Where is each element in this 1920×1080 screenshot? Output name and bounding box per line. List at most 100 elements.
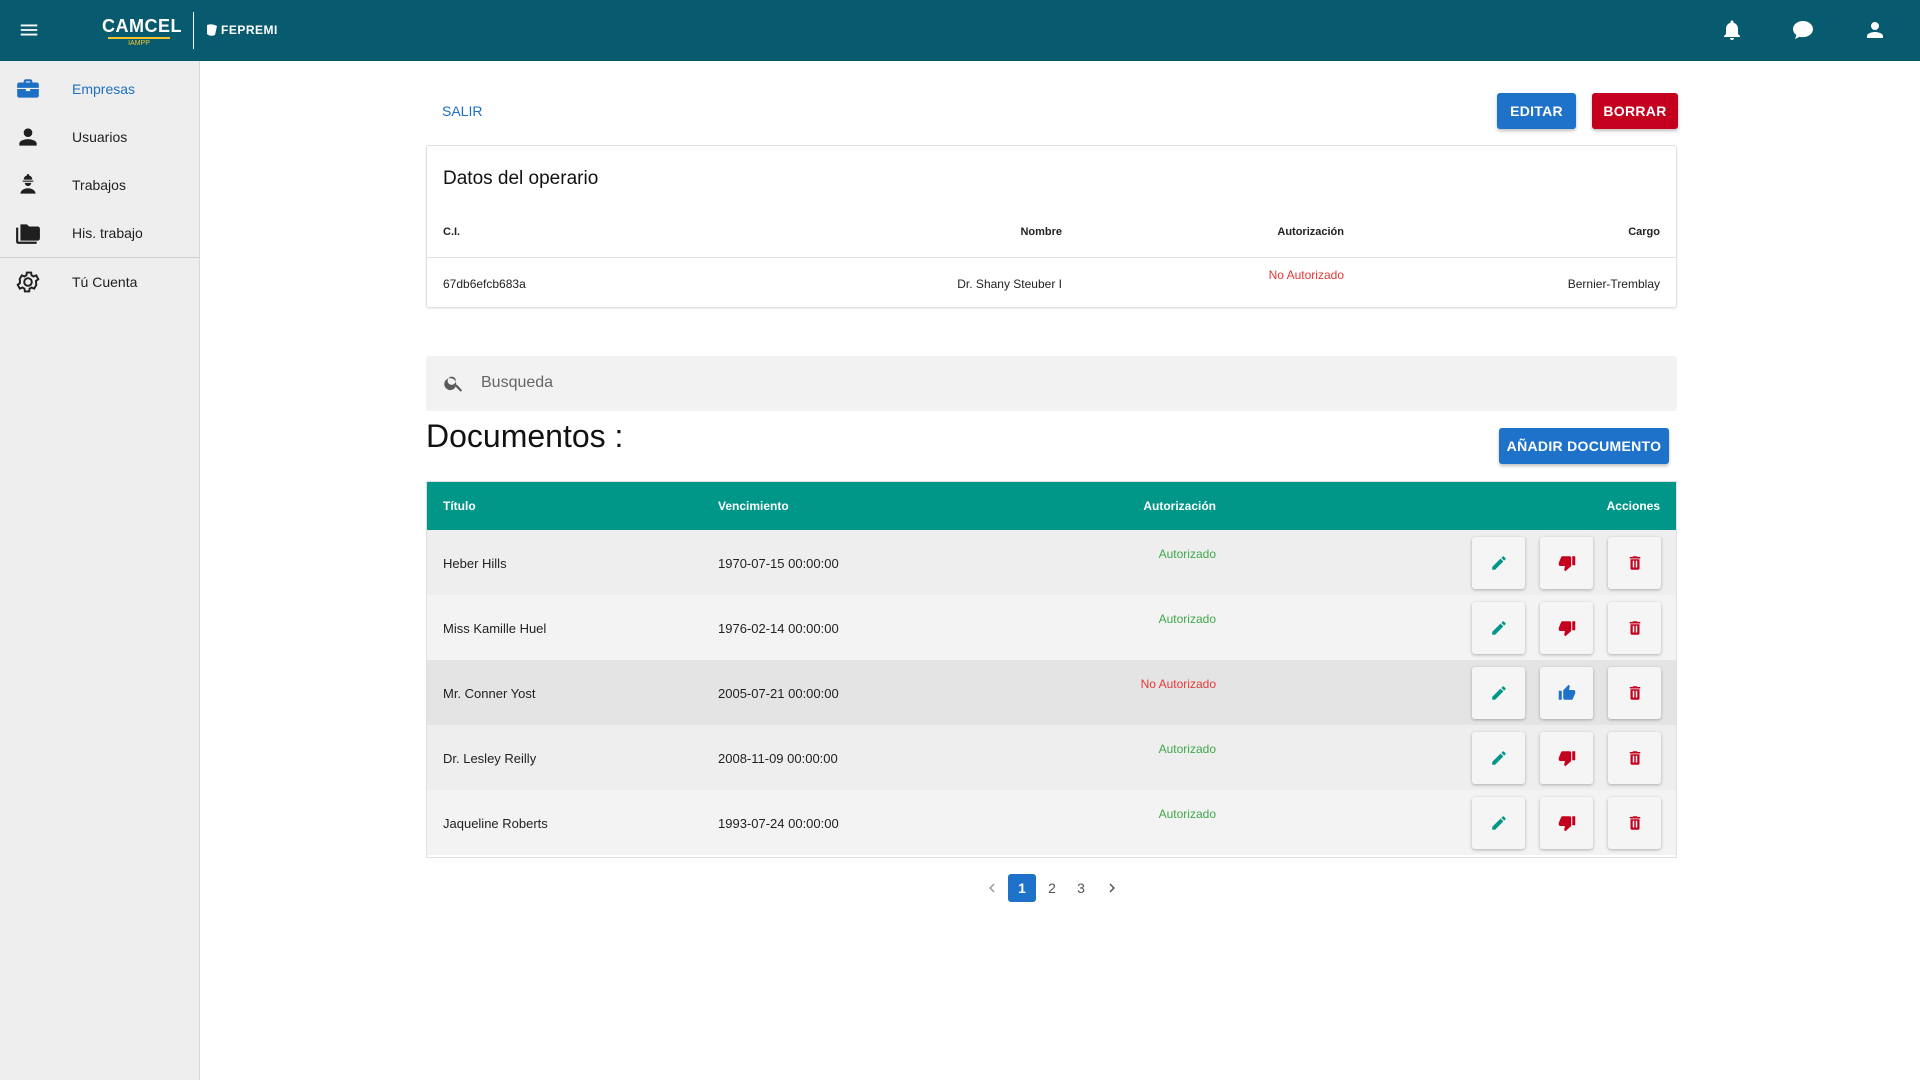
unauthorize-document-button[interactable] bbox=[1540, 537, 1593, 589]
unauthorize-document-button[interactable] bbox=[1540, 732, 1593, 784]
table-row: Jaqueline Roberts 1993-07-24 00:00:00 Au… bbox=[427, 790, 1676, 855]
column-authorization: Autorización bbox=[1143, 499, 1216, 513]
column-actions: Acciones bbox=[1606, 499, 1660, 513]
operator-card: Datos del operario C.I. Nombre Autorizac… bbox=[426, 145, 1677, 308]
delete-document-button[interactable] bbox=[1608, 667, 1661, 719]
top-app-bar: CAMCEL IAMPP FEPREMI bbox=[0, 0, 1920, 61]
delete-document-button[interactable] bbox=[1608, 602, 1661, 654]
document-due-date: 1970-07-15 00:00:00 bbox=[718, 556, 839, 571]
document-title: Dr. Lesley Reilly bbox=[443, 751, 537, 766]
table-row: Miss Kamille Huel 1976-02-14 00:00:00 Au… bbox=[427, 595, 1676, 660]
document-status: Autorizado bbox=[1158, 612, 1216, 626]
thumb-down-icon bbox=[1558, 556, 1575, 572]
document-title: Miss Kamille Huel bbox=[443, 621, 547, 636]
unauthorize-document-button[interactable] bbox=[1540, 602, 1593, 654]
trash-icon bbox=[1629, 816, 1640, 830]
table-header: Título Vencimiento Autorización Acciones bbox=[427, 482, 1676, 530]
camcel-logo-text: CAMCEL bbox=[102, 16, 182, 36]
add-document-button[interactable]: AÑADIR DOCUMENTO bbox=[1499, 428, 1669, 464]
sidebar-item-label: Tú Cuenta bbox=[72, 274, 138, 290]
operator-name: Dr. Shany Steuber I bbox=[957, 277, 1062, 291]
document-due-date: 1993-07-24 00:00:00 bbox=[718, 816, 839, 831]
chat-icon[interactable] bbox=[1791, 18, 1815, 42]
pencil-icon bbox=[1491, 686, 1506, 700]
header-role: Cargo bbox=[1628, 226, 1660, 238]
document-status: No Autorizado bbox=[1140, 677, 1216, 691]
header-authorization: Autorización bbox=[1277, 226, 1344, 238]
page-2-button[interactable]: 2 bbox=[1038, 874, 1066, 902]
document-due-date: 2005-07-21 00:00:00 bbox=[718, 686, 839, 701]
briefcase-icon bbox=[17, 79, 39, 98]
column-title: Título bbox=[443, 499, 476, 513]
sidebar-item-empresas[interactable]: Empresas bbox=[0, 65, 199, 113]
card-divider bbox=[427, 257, 1676, 258]
authorize-document-button[interactable] bbox=[1540, 667, 1593, 719]
chevron-left-icon bbox=[989, 883, 995, 893]
chevron-right-icon bbox=[1109, 883, 1115, 893]
search-bar bbox=[426, 356, 1677, 411]
page-1-button[interactable]: 1 bbox=[1008, 874, 1036, 902]
sidebar-item-label: Empresas bbox=[72, 81, 136, 97]
edit-document-button[interactable] bbox=[1472, 797, 1525, 849]
delete-document-button[interactable] bbox=[1608, 797, 1661, 849]
delete-button[interactable]: BORRAR bbox=[1592, 93, 1678, 129]
menu-icon[interactable] bbox=[18, 19, 40, 41]
sidebar-item-label: Trabajos bbox=[72, 177, 126, 193]
sidebar-item-trabajos[interactable]: Trabajos bbox=[0, 161, 199, 209]
camcel-logo-subtext: IAMPP bbox=[108, 37, 170, 48]
delete-document-button[interactable] bbox=[1608, 732, 1661, 784]
document-status: Autorizado bbox=[1158, 742, 1216, 756]
previous-page-button[interactable] bbox=[983, 879, 1001, 897]
documents-title: Documentos : bbox=[426, 418, 624, 454]
bell-icon[interactable] bbox=[1720, 18, 1744, 42]
logo-divider bbox=[193, 12, 194, 49]
thumb-down-icon bbox=[1558, 621, 1575, 637]
table-row: Mr. Conner Yost 2005-07-21 00:00:00 No A… bbox=[427, 660, 1676, 725]
header-name: Nombre bbox=[1020, 226, 1062, 238]
table-row: Heber Hills 1970-07-15 00:00:00 Autoriza… bbox=[427, 530, 1676, 595]
document-due-date: 1976-02-14 00:00:00 bbox=[718, 621, 839, 636]
page-3-button[interactable]: 3 bbox=[1067, 874, 1095, 902]
search-icon bbox=[444, 376, 463, 392]
account-icon[interactable] bbox=[1863, 18, 1887, 42]
header-ci: C.I. bbox=[443, 226, 461, 238]
table-row: Dr. Lesley Reilly 2008-11-09 00:00:00 Au… bbox=[427, 725, 1676, 790]
sidebar-item-label: Usuarios bbox=[72, 129, 128, 145]
edit-document-button[interactable] bbox=[1472, 667, 1525, 719]
delete-document-button[interactable] bbox=[1608, 537, 1661, 589]
unauthorize-document-button[interactable] bbox=[1540, 797, 1593, 849]
edit-document-button[interactable] bbox=[1472, 537, 1525, 589]
edit-document-button[interactable] bbox=[1472, 732, 1525, 784]
person-icon bbox=[19, 128, 37, 146]
document-due-date: 2008-11-09 00:00:00 bbox=[718, 751, 838, 766]
sidebar-item-usuarios[interactable]: Usuarios bbox=[0, 113, 199, 161]
search-input[interactable] bbox=[481, 368, 1631, 398]
sidebar-item-tu-cuenta[interactable]: Tú Cuenta bbox=[0, 258, 199, 306]
thumb-down-icon bbox=[1558, 816, 1575, 832]
operator-role: Bernier-Tremblay bbox=[1567, 277, 1660, 291]
worker-icon bbox=[20, 174, 36, 194]
trash-icon bbox=[1629, 556, 1640, 570]
exit-button[interactable]: SALIR bbox=[430, 99, 494, 123]
camcel-logo: CAMCEL IAMPP bbox=[102, 16, 182, 48]
document-title: Jaqueline Roberts bbox=[443, 816, 548, 831]
edit-document-button[interactable] bbox=[1472, 602, 1525, 654]
sidebar-item-his-trabajo[interactable]: His. trabajo bbox=[0, 209, 199, 257]
column-due-date: Vencimiento bbox=[718, 499, 789, 513]
next-page-button[interactable] bbox=[1103, 879, 1121, 897]
documents-table: Título Vencimiento Autorización Acciones… bbox=[426, 481, 1677, 858]
edit-button[interactable]: EDITAR bbox=[1497, 93, 1576, 129]
sidebar-item-label: His. trabajo bbox=[72, 225, 143, 241]
trash-icon bbox=[1629, 751, 1640, 765]
document-status: Autorizado bbox=[1158, 807, 1216, 821]
trash-icon bbox=[1629, 686, 1640, 700]
document-title: Mr. Conner Yost bbox=[443, 686, 536, 701]
fepremi-logo-text: FEPREMI bbox=[221, 23, 278, 37]
pencil-icon bbox=[1491, 751, 1506, 765]
folder-icon bbox=[16, 224, 40, 244]
gear-icon bbox=[16, 271, 40, 293]
operator-ci: 67db6efcb683a bbox=[443, 277, 526, 291]
document-status: Autorizado bbox=[1158, 547, 1216, 561]
thumb-up-icon bbox=[1558, 684, 1575, 700]
sidebar: Empresas Usuarios Trabajos His. trabajo … bbox=[0, 61, 200, 1080]
